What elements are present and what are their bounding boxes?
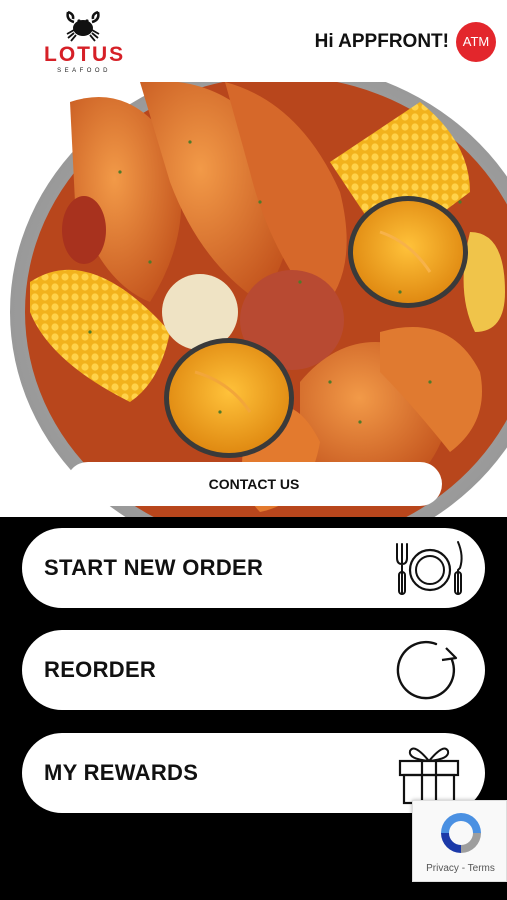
brand-name: LOTUS (44, 43, 126, 66)
user-avatar[interactable]: ATM (456, 22, 496, 62)
recaptcha-icon (441, 813, 481, 853)
reorder-label: REORDER (44, 657, 157, 682)
recaptcha-badge[interactable]: Privacy - Terms (412, 800, 507, 882)
brand-tagline: SEAFOOD (57, 68, 111, 74)
contact-us-button[interactable]: CONTACT US (66, 462, 442, 506)
start-new-order-label: START NEW ORDER (44, 555, 264, 580)
start-new-order-button[interactable]: START NEW ORDER (22, 528, 485, 608)
crab-icon (66, 10, 100, 42)
brand-logo[interactable]: LOTUS SEAFOOD (44, 8, 124, 76)
my-rewards-label: MY REWARDS (44, 760, 199, 785)
plate-cutlery-icon (396, 541, 463, 595)
app-header: LOTUS SEAFOOD Hi APPFRONT! ATM (0, 0, 507, 82)
recaptcha-links[interactable]: Privacy - Terms (413, 863, 507, 874)
reorder-button[interactable]: REORDER (22, 630, 485, 710)
gift-icon (398, 747, 460, 805)
user-greeting: Hi APPFRONT! (314, 31, 449, 52)
refresh-icon (396, 640, 458, 700)
hero-image (0, 82, 507, 517)
seafood-platter-illustration (0, 82, 507, 517)
